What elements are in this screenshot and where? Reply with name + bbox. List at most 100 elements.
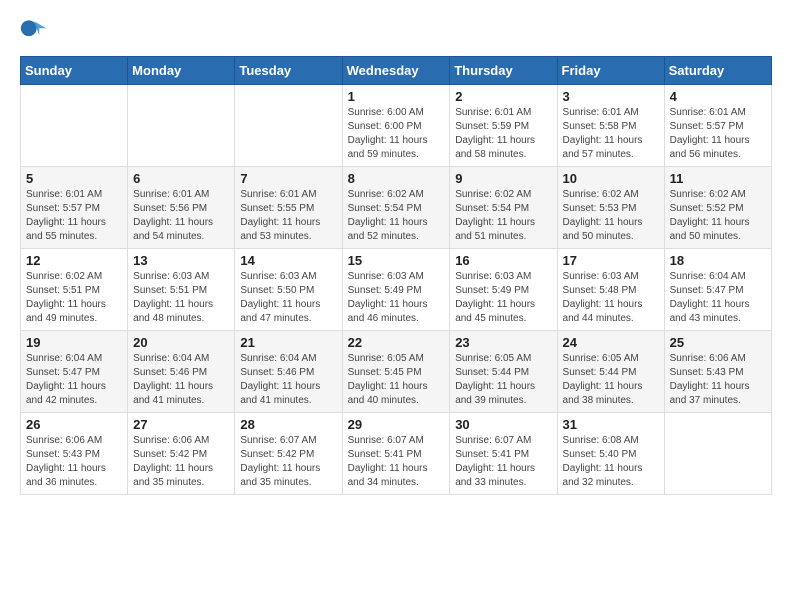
weekday-header-saturday: Saturday bbox=[664, 57, 771, 85]
day-info: Sunrise: 6:04 AM Sunset: 5:47 PM Dayligh… bbox=[26, 352, 122, 408]
calendar-cell: 9 Sunrise: 6:02 AM Sunset: 5:54 PM Daylig… bbox=[450, 167, 557, 249]
day-number: 20 bbox=[133, 335, 229, 350]
day-number: 15 bbox=[348, 253, 445, 268]
day-info: Sunrise: 6:03 AM Sunset: 5:49 PM Dayligh… bbox=[455, 270, 551, 326]
day-number: 17 bbox=[563, 253, 659, 268]
weekday-header-friday: Friday bbox=[557, 57, 664, 85]
day-number: 26 bbox=[26, 417, 122, 432]
day-info: Sunrise: 6:08 AM Sunset: 5:40 PM Dayligh… bbox=[563, 434, 659, 490]
calendar-cell: 6 Sunrise: 6:01 AM Sunset: 5:56 PM Daylig… bbox=[128, 167, 235, 249]
calendar-cell: 1Sunrise: 6:00 AM Sunset: 6:00 PM Daylig… bbox=[342, 85, 450, 167]
day-number: 8 bbox=[348, 171, 445, 186]
day-number: 2 bbox=[455, 89, 551, 104]
day-number: 18 bbox=[670, 253, 766, 268]
day-info: Sunrise: 6:05 AM Sunset: 5:44 PM Dayligh… bbox=[563, 352, 659, 408]
calendar-cell: 24 Sunrise: 6:05 AM Sunset: 5:44 PM Dayli… bbox=[557, 331, 664, 413]
day-info: Sunrise: 6:07 AM Sunset: 5:41 PM Dayligh… bbox=[348, 434, 445, 490]
day-number: 25 bbox=[670, 335, 766, 350]
day-info: Sunrise: 6:01 AM Sunset: 5:56 PM Dayligh… bbox=[133, 188, 229, 244]
calendar-cell: 12 Sunrise: 6:02 AM Sunset: 5:51 PM Dayli… bbox=[21, 249, 128, 331]
calendar-cell: 22 Sunrise: 6:05 AM Sunset: 5:45 PM Dayli… bbox=[342, 331, 450, 413]
calendar-cell: 20 Sunrise: 6:04 AM Sunset: 5:46 PM Dayli… bbox=[128, 331, 235, 413]
weekday-header-sunday: Sunday bbox=[21, 57, 128, 85]
day-info: Sunrise: 6:06 AM Sunset: 5:43 PM Dayligh… bbox=[26, 434, 122, 490]
logo bbox=[20, 16, 52, 44]
day-number: 11 bbox=[670, 171, 766, 186]
day-number: 24 bbox=[563, 335, 659, 350]
calendar-cell: 7 Sunrise: 6:01 AM Sunset: 5:55 PM Daylig… bbox=[235, 167, 342, 249]
day-info: Sunrise: 6:07 AM Sunset: 5:41 PM Dayligh… bbox=[455, 434, 551, 490]
day-number: 27 bbox=[133, 417, 229, 432]
calendar-cell bbox=[128, 85, 235, 167]
day-number: 23 bbox=[455, 335, 551, 350]
calendar-cell: 5Sunrise: 6:01 AM Sunset: 5:57 PM Daylig… bbox=[21, 167, 128, 249]
weekday-header-monday: Monday bbox=[128, 57, 235, 85]
day-info: Sunrise: 6:02 AM Sunset: 5:54 PM Dayligh… bbox=[455, 188, 551, 244]
calendar-cell: 23 Sunrise: 6:05 AM Sunset: 5:44 PM Dayli… bbox=[450, 331, 557, 413]
calendar-cell bbox=[664, 413, 771, 495]
calendar-cell: 15 Sunrise: 6:03 AM Sunset: 5:49 PM Dayli… bbox=[342, 249, 450, 331]
day-number: 12 bbox=[26, 253, 122, 268]
calendar-cell bbox=[21, 85, 128, 167]
day-number: 4 bbox=[670, 89, 766, 104]
day-info: Sunrise: 6:05 AM Sunset: 5:45 PM Dayligh… bbox=[348, 352, 445, 408]
calendar-cell: 25 Sunrise: 6:06 AM Sunset: 5:43 PM Dayli… bbox=[664, 331, 771, 413]
day-info: Sunrise: 6:03 AM Sunset: 5:49 PM Dayligh… bbox=[348, 270, 445, 326]
day-info: Sunrise: 6:02 AM Sunset: 5:52 PM Dayligh… bbox=[670, 188, 766, 244]
weekday-header-thursday: Thursday bbox=[450, 57, 557, 85]
day-number: 30 bbox=[455, 417, 551, 432]
calendar-cell: 17 Sunrise: 6:03 AM Sunset: 5:48 PM Dayli… bbox=[557, 249, 664, 331]
day-number: 13 bbox=[133, 253, 229, 268]
calendar-cell: 14 Sunrise: 6:03 AM Sunset: 5:50 PM Dayli… bbox=[235, 249, 342, 331]
weekday-header-row: SundayMondayTuesdayWednesdayThursdayFrid… bbox=[21, 57, 772, 85]
day-number: 10 bbox=[563, 171, 659, 186]
calendar-cell: 11 Sunrise: 6:02 AM Sunset: 5:52 PM Dayli… bbox=[664, 167, 771, 249]
calendar-cell: 13Sunrise: 6:03 AM Sunset: 5:51 PM Dayli… bbox=[128, 249, 235, 331]
calendar-cell: 27 Sunrise: 6:06 AM Sunset: 5:42 PM Dayli… bbox=[128, 413, 235, 495]
day-info: Sunrise: 6:01 AM Sunset: 5:59 PM Dayligh… bbox=[455, 106, 551, 162]
day-info: Sunrise: 6:01 AM Sunset: 5:57 PM Dayligh… bbox=[670, 106, 766, 162]
logo-icon bbox=[20, 16, 48, 44]
calendar-cell: 31 Sunrise: 6:08 AM Sunset: 5:40 PM Dayli… bbox=[557, 413, 664, 495]
day-info: Sunrise: 6:00 AM Sunset: 6:00 PM Dayligh… bbox=[348, 106, 445, 162]
day-info: Sunrise: 6:04 AM Sunset: 5:46 PM Dayligh… bbox=[133, 352, 229, 408]
day-number: 29 bbox=[348, 417, 445, 432]
day-info: Sunrise: 6:03 AM Sunset: 5:48 PM Dayligh… bbox=[563, 270, 659, 326]
calendar-week-3: 12 Sunrise: 6:02 AM Sunset: 5:51 PM Dayli… bbox=[21, 249, 772, 331]
day-number: 31 bbox=[563, 417, 659, 432]
calendar-week-4: 19 Sunrise: 6:04 AM Sunset: 5:47 PM Dayli… bbox=[21, 331, 772, 413]
calendar-week-5: 26 Sunrise: 6:06 AM Sunset: 5:43 PM Dayli… bbox=[21, 413, 772, 495]
calendar-week-2: 5Sunrise: 6:01 AM Sunset: 5:57 PM Daylig… bbox=[21, 167, 772, 249]
day-number: 6 bbox=[133, 171, 229, 186]
day-info: Sunrise: 6:03 AM Sunset: 5:50 PM Dayligh… bbox=[240, 270, 336, 326]
calendar-cell: 8 Sunrise: 6:02 AM Sunset: 5:54 PM Daylig… bbox=[342, 167, 450, 249]
day-number: 7 bbox=[240, 171, 336, 186]
calendar-cell: 29 Sunrise: 6:07 AM Sunset: 5:41 PM Dayli… bbox=[342, 413, 450, 495]
day-info: Sunrise: 6:06 AM Sunset: 5:42 PM Dayligh… bbox=[133, 434, 229, 490]
calendar-cell: 10Sunrise: 6:02 AM Sunset: 5:53 PM Dayli… bbox=[557, 167, 664, 249]
day-number: 22 bbox=[348, 335, 445, 350]
day-info: Sunrise: 6:04 AM Sunset: 5:47 PM Dayligh… bbox=[670, 270, 766, 326]
day-info: Sunrise: 6:07 AM Sunset: 5:42 PM Dayligh… bbox=[240, 434, 336, 490]
day-number: 14 bbox=[240, 253, 336, 268]
day-info: Sunrise: 6:01 AM Sunset: 5:55 PM Dayligh… bbox=[240, 188, 336, 244]
calendar-cell: 21Sunrise: 6:04 AM Sunset: 5:46 PM Dayli… bbox=[235, 331, 342, 413]
day-info: Sunrise: 6:04 AM Sunset: 5:46 PM Dayligh… bbox=[240, 352, 336, 408]
weekday-header-tuesday: Tuesday bbox=[235, 57, 342, 85]
calendar-header: SundayMondayTuesdayWednesdayThursdayFrid… bbox=[21, 57, 772, 85]
day-number: 9 bbox=[455, 171, 551, 186]
calendar-cell: 19 Sunrise: 6:04 AM Sunset: 5:47 PM Dayli… bbox=[21, 331, 128, 413]
calendar-cell: 18 Sunrise: 6:04 AM Sunset: 5:47 PM Dayli… bbox=[664, 249, 771, 331]
day-info: Sunrise: 6:02 AM Sunset: 5:51 PM Dayligh… bbox=[26, 270, 122, 326]
calendar-cell: 28 Sunrise: 6:07 AM Sunset: 5:42 PM Dayli… bbox=[235, 413, 342, 495]
day-info: Sunrise: 6:02 AM Sunset: 5:54 PM Dayligh… bbox=[348, 188, 445, 244]
day-number: 3 bbox=[563, 89, 659, 104]
weekday-header-wednesday: Wednesday bbox=[342, 57, 450, 85]
day-info: Sunrise: 6:06 AM Sunset: 5:43 PM Dayligh… bbox=[670, 352, 766, 408]
day-number: 19 bbox=[26, 335, 122, 350]
calendar-cell bbox=[235, 85, 342, 167]
calendar-cell: 16Sunrise: 6:03 AM Sunset: 5:49 PM Dayli… bbox=[450, 249, 557, 331]
day-info: Sunrise: 6:01 AM Sunset: 5:57 PM Dayligh… bbox=[26, 188, 122, 244]
day-number: 28 bbox=[240, 417, 336, 432]
day-info: Sunrise: 6:05 AM Sunset: 5:44 PM Dayligh… bbox=[455, 352, 551, 408]
